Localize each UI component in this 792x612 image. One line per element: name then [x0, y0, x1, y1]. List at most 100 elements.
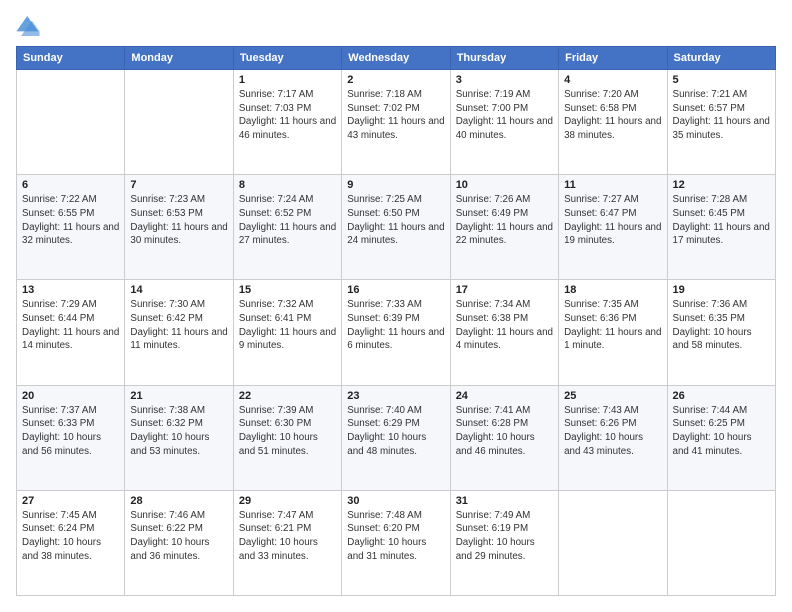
day-number: 25	[564, 390, 661, 402]
calendar-cell	[125, 70, 233, 175]
calendar-cell: 10 Sunrise: 7:26 AM Sunset: 6:49 PM Dayli…	[450, 175, 558, 280]
day-info: Sunrise: 7:48 AM Sunset: 6:20 PM Dayligh…	[347, 509, 444, 564]
day-info: Sunrise: 7:45 AM Sunset: 6:24 PM Dayligh…	[22, 509, 119, 564]
day-info: Sunrise: 7:32 AM Sunset: 6:41 PM Dayligh…	[239, 298, 336, 353]
calendar-cell: 11 Sunrise: 7:27 AM Sunset: 6:47 PM Dayli…	[559, 175, 667, 280]
calendar-cell: 20 Sunrise: 7:37 AM Sunset: 6:33 PM Dayli…	[17, 385, 125, 490]
day-number: 30	[347, 495, 444, 507]
day-info: Sunrise: 7:30 AM Sunset: 6:42 PM Dayligh…	[130, 298, 227, 353]
day-info: Sunrise: 7:34 AM Sunset: 6:38 PM Dayligh…	[456, 298, 553, 353]
calendar-week-0: 1Sunrise: 7:17 AM Sunset: 7:03 PM Daylig…	[17, 70, 776, 175]
day-info: Sunrise: 7:29 AM Sunset: 6:44 PM Dayligh…	[22, 298, 119, 353]
calendar-cell: 8 Sunrise: 7:24 AM Sunset: 6:52 PM Daylig…	[233, 175, 341, 280]
calendar-cell: 31 Sunrise: 7:49 AM Sunset: 6:19 PM Dayli…	[450, 490, 558, 595]
day-info: Sunrise: 7:27 AM Sunset: 6:47 PM Dayligh…	[564, 193, 661, 248]
day-number: 15	[239, 284, 336, 296]
day-info: Sunrise: 7:49 AM Sunset: 6:19 PM Dayligh…	[456, 509, 553, 564]
day-info: Sunrise: 7:22 AM Sunset: 6:55 PM Dayligh…	[22, 193, 119, 248]
day-number: 14	[130, 284, 227, 296]
day-info: Sunrise: 7:43 AM Sunset: 6:26 PM Dayligh…	[564, 404, 661, 459]
day-info: Sunrise: 7:19 AM Sunset: 7:00 PM Dayligh…	[456, 88, 553, 143]
calendar-week-4: 27Sunrise: 7:45 AM Sunset: 6:24 PM Dayli…	[17, 490, 776, 595]
day-info: Sunrise: 7:37 AM Sunset: 6:33 PM Dayligh…	[22, 404, 119, 459]
col-friday: Friday	[559, 47, 667, 70]
day-info: Sunrise: 7:44 AM Sunset: 6:25 PM Dayligh…	[673, 404, 770, 459]
calendar-cell: 24 Sunrise: 7:41 AM Sunset: 6:28 PM Dayli…	[450, 385, 558, 490]
day-number: 8	[239, 179, 336, 191]
day-number: 10	[456, 179, 553, 191]
day-info: Sunrise: 7:21 AM Sunset: 6:57 PM Dayligh…	[673, 88, 770, 143]
day-info: Sunrise: 7:47 AM Sunset: 6:21 PM Dayligh…	[239, 509, 336, 564]
day-number: 4	[564, 74, 661, 86]
day-info: Sunrise: 7:35 AM Sunset: 6:36 PM Dayligh…	[564, 298, 661, 353]
day-number: 29	[239, 495, 336, 507]
day-number: 24	[456, 390, 553, 402]
calendar-cell: 18Sunrise: 7:35 AM Sunset: 6:36 PM Dayli…	[559, 280, 667, 385]
day-number: 26	[673, 390, 770, 402]
day-info: Sunrise: 7:40 AM Sunset: 6:29 PM Dayligh…	[347, 404, 444, 459]
calendar-cell: 29 Sunrise: 7:47 AM Sunset: 6:21 PM Dayli…	[233, 490, 341, 595]
calendar-cell	[559, 490, 667, 595]
calendar-cell: 14 Sunrise: 7:30 AM Sunset: 6:42 PM Dayli…	[125, 280, 233, 385]
calendar-cell: 28 Sunrise: 7:46 AM Sunset: 6:22 PM Dayli…	[125, 490, 233, 595]
calendar-week-3: 20 Sunrise: 7:37 AM Sunset: 6:33 PM Dayli…	[17, 385, 776, 490]
day-number: 7	[130, 179, 227, 191]
calendar-cell: 7Sunrise: 7:23 AM Sunset: 6:53 PM Daylig…	[125, 175, 233, 280]
day-number: 11	[564, 179, 661, 191]
col-saturday: Saturday	[667, 47, 775, 70]
calendar-cell: 3 Sunrise: 7:19 AM Sunset: 7:00 PM Daylig…	[450, 70, 558, 175]
day-info: Sunrise: 7:38 AM Sunset: 6:32 PM Dayligh…	[130, 404, 227, 459]
day-info: Sunrise: 7:46 AM Sunset: 6:22 PM Dayligh…	[130, 509, 227, 564]
col-sunday: Sunday	[17, 47, 125, 70]
calendar-cell: 2 Sunrise: 7:18 AM Sunset: 7:02 PM Daylig…	[342, 70, 450, 175]
col-wednesday: Wednesday	[342, 47, 450, 70]
day-number: 22	[239, 390, 336, 402]
day-info: Sunrise: 7:33 AM Sunset: 6:39 PM Dayligh…	[347, 298, 444, 353]
header-row: Sunday Monday Tuesday Wednesday Thursday…	[17, 47, 776, 70]
day-info: Sunrise: 7:18 AM Sunset: 7:02 PM Dayligh…	[347, 88, 444, 143]
calendar-cell: 15 Sunrise: 7:32 AM Sunset: 6:41 PM Dayli…	[233, 280, 341, 385]
calendar-cell: 21 Sunrise: 7:38 AM Sunset: 6:32 PM Dayli…	[125, 385, 233, 490]
calendar-cell: 23Sunrise: 7:40 AM Sunset: 6:29 PM Dayli…	[342, 385, 450, 490]
calendar-cell: 27Sunrise: 7:45 AM Sunset: 6:24 PM Dayli…	[17, 490, 125, 595]
day-info: Sunrise: 7:26 AM Sunset: 6:49 PM Dayligh…	[456, 193, 553, 248]
day-number: 20	[22, 390, 119, 402]
day-number: 16	[347, 284, 444, 296]
calendar-cell: 17 Sunrise: 7:34 AM Sunset: 6:38 PM Dayli…	[450, 280, 558, 385]
day-number: 3	[456, 74, 553, 86]
day-number: 19	[673, 284, 770, 296]
header	[16, 16, 776, 36]
col-thursday: Thursday	[450, 47, 558, 70]
day-number: 2	[347, 74, 444, 86]
calendar-cell: 1Sunrise: 7:17 AM Sunset: 7:03 PM Daylig…	[233, 70, 341, 175]
calendar-cell: 25 Sunrise: 7:43 AM Sunset: 6:26 PM Dayli…	[559, 385, 667, 490]
day-number: 28	[130, 495, 227, 507]
calendar-cell: 4 Sunrise: 7:20 AM Sunset: 6:58 PM Daylig…	[559, 70, 667, 175]
logo-icon	[16, 16, 40, 36]
day-number: 5	[673, 74, 770, 86]
day-number: 9	[347, 179, 444, 191]
day-info: Sunrise: 7:17 AM Sunset: 7:03 PM Dayligh…	[239, 88, 336, 143]
day-info: Sunrise: 7:28 AM Sunset: 6:45 PM Dayligh…	[673, 193, 770, 248]
day-info: Sunrise: 7:20 AM Sunset: 6:58 PM Dayligh…	[564, 88, 661, 143]
day-info: Sunrise: 7:36 AM Sunset: 6:35 PM Dayligh…	[673, 298, 770, 353]
day-number: 13	[22, 284, 119, 296]
logo	[16, 16, 44, 36]
calendar-cell: 19 Sunrise: 7:36 AM Sunset: 6:35 PM Dayli…	[667, 280, 775, 385]
day-info: Sunrise: 7:39 AM Sunset: 6:30 PM Dayligh…	[239, 404, 336, 459]
calendar-cell: 5 Sunrise: 7:21 AM Sunset: 6:57 PM Daylig…	[667, 70, 775, 175]
day-info: Sunrise: 7:41 AM Sunset: 6:28 PM Dayligh…	[456, 404, 553, 459]
day-number: 31	[456, 495, 553, 507]
calendar-cell: 6Sunrise: 7:22 AM Sunset: 6:55 PM Daylig…	[17, 175, 125, 280]
calendar-cell: 30 Sunrise: 7:48 AM Sunset: 6:20 PM Dayli…	[342, 490, 450, 595]
day-info: Sunrise: 7:24 AM Sunset: 6:52 PM Dayligh…	[239, 193, 336, 248]
day-number: 21	[130, 390, 227, 402]
day-number: 17	[456, 284, 553, 296]
day-info: Sunrise: 7:25 AM Sunset: 6:50 PM Dayligh…	[347, 193, 444, 248]
col-tuesday: Tuesday	[233, 47, 341, 70]
calendar-week-2: 13 Sunrise: 7:29 AM Sunset: 6:44 PM Dayli…	[17, 280, 776, 385]
calendar-week-1: 6Sunrise: 7:22 AM Sunset: 6:55 PM Daylig…	[17, 175, 776, 280]
calendar-cell	[17, 70, 125, 175]
col-monday: Monday	[125, 47, 233, 70]
calendar-cell: 22 Sunrise: 7:39 AM Sunset: 6:30 PM Dayli…	[233, 385, 341, 490]
